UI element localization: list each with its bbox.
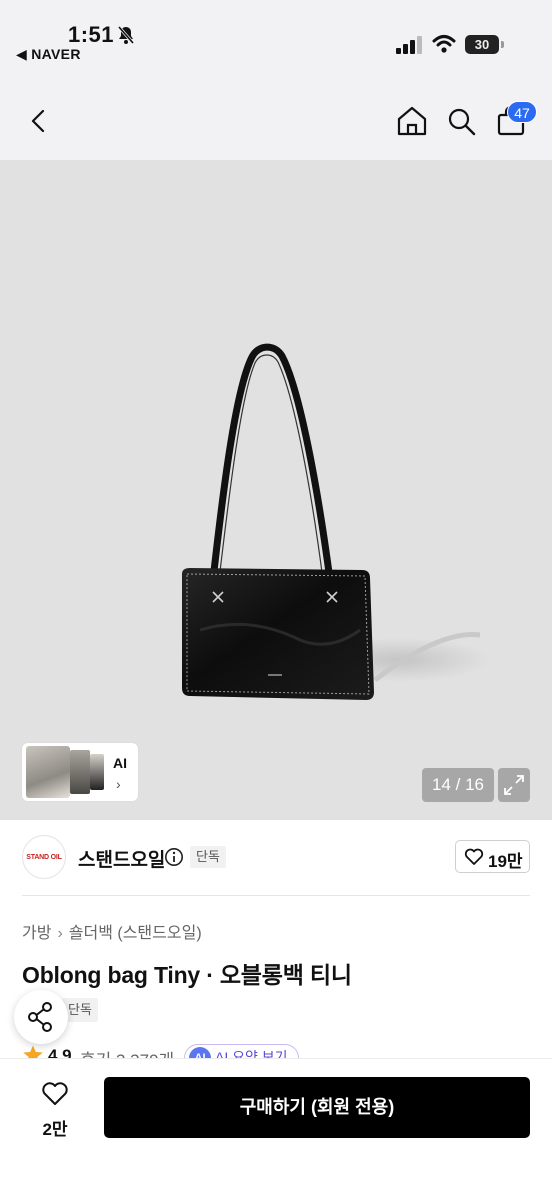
- info-icon[interactable]: [164, 847, 184, 867]
- back-to-app-link[interactable]: ◀ NAVER: [16, 46, 81, 63]
- buy-button[interactable]: 구매하기 (회원 전용): [104, 1077, 530, 1138]
- brand-like-count: 19만: [488, 852, 523, 871]
- product-image-gallery[interactable]: AI › 14 / 16: [0, 160, 552, 820]
- bell-muted-icon: [117, 26, 135, 44]
- divider: [22, 895, 530, 896]
- thumbnail-image: [26, 746, 70, 798]
- breadcrumb-category[interactable]: 가방: [22, 919, 51, 943]
- top-nav: [0, 80, 552, 160]
- wishlist-button[interactable]: 2만: [22, 1079, 88, 1139]
- cellular-signal-icon: [396, 36, 422, 54]
- brand-logo[interactable]: STAND OIL: [22, 835, 66, 879]
- thumbnail-image: [90, 754, 104, 790]
- product-bag-image: [182, 343, 490, 700]
- back-arrow-icon[interactable]: [24, 106, 54, 136]
- battery-indicator: 30: [465, 35, 499, 54]
- home-icon[interactable]: [396, 106, 428, 136]
- exclusive-badge: 단독: [190, 846, 226, 868]
- brand-like-button[interactable]: 19만: [455, 840, 530, 873]
- thumbnail-image: [70, 750, 90, 794]
- cart-count-badge: 47: [507, 101, 537, 123]
- heart-icon: [42, 1082, 68, 1105]
- expand-icon: [504, 775, 524, 795]
- ai-label: AI: [113, 755, 127, 771]
- wishlist-count: 2만: [42, 1120, 68, 1139]
- status-bar: 1:51 ◀ NAVER 30: [0, 0, 552, 80]
- share-icon: [28, 1002, 52, 1032]
- product-title: Oblong bag Tiny · 오블롱백 티니: [22, 962, 352, 988]
- chevron-right-icon: ›: [116, 776, 121, 792]
- search-icon[interactable]: [446, 106, 476, 136]
- image-counter: 14 / 16: [422, 768, 494, 802]
- ai-styling-thumbnails[interactable]: AI ›: [22, 743, 138, 801]
- wifi-icon: [432, 35, 456, 53]
- breadcrumb: 가방 › 숄더백 (스탠드오일): [22, 919, 202, 943]
- battery-cap: [501, 41, 504, 48]
- breadcrumb-separator: ›: [57, 925, 63, 942]
- expand-button[interactable]: [498, 768, 530, 802]
- bottom-purchase-bar: 2만 구매하기 (회원 전용): [0, 1058, 552, 1200]
- status-time: 1:51: [68, 22, 115, 47]
- brand-name[interactable]: 스탠드오일: [78, 845, 165, 872]
- breadcrumb-subcategory[interactable]: 숄더백 (스탠드오일): [69, 919, 202, 943]
- share-button[interactable]: [14, 990, 68, 1044]
- heart-icon: [464, 848, 484, 865]
